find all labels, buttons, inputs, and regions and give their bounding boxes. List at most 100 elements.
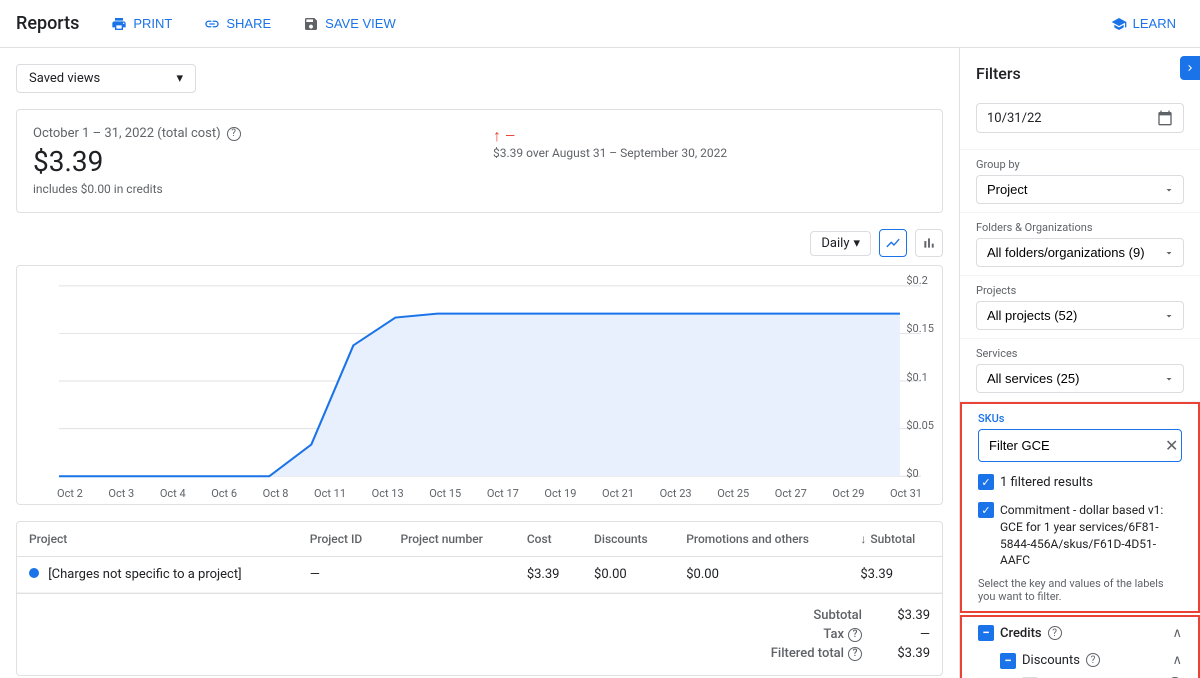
saved-views-select[interactable]: Saved views ▾ <box>16 64 196 93</box>
print-button[interactable]: PRINT <box>103 12 180 36</box>
filters-header: Filters <box>960 60 1200 95</box>
discounts-item: Discounts ? ∧ <box>1000 649 1182 673</box>
calendar-icon <box>1157 110 1173 126</box>
table-row: [Charges not specific to a project] — $3… <box>17 557 942 593</box>
cell-cost: $3.39 <box>515 557 582 593</box>
main-layout: Saved views ▾ October 1 – 31, 2022 (tota… <box>0 48 1200 678</box>
credits-header: Credits ? ∧ <box>978 625 1182 641</box>
projects-select[interactable]: All projects (52) <box>976 301 1184 330</box>
projects-section: Projects All projects (52) <box>960 276 1200 339</box>
filtered-results-checkbox[interactable] <box>978 474 994 490</box>
subtotal-label: Subtotal <box>813 608 862 623</box>
select-key-note: Select the key and values of the labels … <box>978 573 1182 603</box>
granularity-chevron: ▾ <box>853 236 860 251</box>
toolbar: Reports PRINT SHARE SAVE VIEW LEARN <box>0 0 1200 48</box>
cell-project-number <box>388 557 514 593</box>
share-button[interactable]: SHARE <box>196 12 279 36</box>
project-dot <box>29 568 39 578</box>
tax-label: Tax ? <box>823 627 862 642</box>
learn-button[interactable]: LEARN <box>1103 12 1184 36</box>
discounts-help-icon[interactable]: ? <box>1086 653 1100 667</box>
col-project-id: Project ID <box>298 522 389 557</box>
folders-label: Folders & Organizations <box>976 221 1184 234</box>
folders-section: Folders & Organizations All folders/orga… <box>960 213 1200 276</box>
chart-controls: Daily ▾ <box>16 229 943 257</box>
cost-period: October 1 – 31, 2022 (total cost) ? <box>33 126 241 141</box>
tax-value: — <box>870 627 930 642</box>
x-axis-labels: Oct 2 Oct 3 Oct 4 Oct 6 Oct 8 Oct 11 Oct… <box>17 483 942 504</box>
skus-section: SKUs ✕ 1 filtered results Commitment - d… <box>960 402 1200 613</box>
cell-discounts: $0.00 <box>582 557 674 593</box>
save-icon <box>303 16 319 32</box>
sku-filter-clear-btn[interactable]: ✕ <box>1165 436 1178 455</box>
cost-credits: includes $0.00 in credits <box>33 182 241 196</box>
group-by-select[interactable]: Project <box>976 175 1184 204</box>
folders-select[interactable]: All folders/organizations (9) <box>976 238 1184 267</box>
date-input[interactable]: 10/31/22 <box>976 103 1184 133</box>
col-cost: Cost <box>515 522 582 557</box>
sku-filter-input-row: ✕ <box>978 429 1182 462</box>
cost-period-help-icon[interactable]: ? <box>227 127 241 141</box>
cost-amount: $3.39 <box>33 145 241 178</box>
y-axis-labels: $0.2 $0.15 $0.1 $0.05 $0 <box>906 266 934 504</box>
expand-filters-btn[interactable] <box>1180 56 1200 80</box>
cost-comparison: $3.39 over August 31 – September 30, 202… <box>493 146 727 160</box>
discounts-group: Discounts ? ∧ Sustained use discounts ? <box>1000 649 1182 678</box>
chart-area: $0.2 $0.15 $0.1 $0.05 $0 Oct 2 Oct 3 Oct… <box>16 265 943 505</box>
save-view-button[interactable]: SAVE VIEW <box>295 12 404 36</box>
col-project: Project <box>17 522 298 557</box>
tax-help-icon[interactable]: ? <box>848 628 862 642</box>
col-project-number: Project number <box>388 522 514 557</box>
projects-label: Projects <box>976 284 1184 297</box>
credits-title: Credits <box>1000 626 1042 641</box>
cell-subtotal: $3.39 <box>848 557 942 593</box>
col-discounts: Discounts <box>582 522 674 557</box>
sku-checkbox[interactable] <box>978 502 994 518</box>
services-select[interactable]: All services (25) <box>976 364 1184 393</box>
cost-table: Project Project ID Project number Cost D… <box>16 521 943 676</box>
table-header-row: Project Project ID Project number Cost D… <box>17 522 942 557</box>
discounts-checkbox[interactable] <box>1000 653 1016 669</box>
credits-section: Credits ? ∧ Discounts ? ∧ <box>960 615 1200 678</box>
trend-dash: — <box>505 129 515 144</box>
line-chart-btn[interactable] <box>879 229 907 257</box>
services-label: Services <box>976 347 1184 360</box>
col-subtotal: ↓ Subtotal <box>848 522 942 557</box>
saved-views-chevron: ▾ <box>176 71 183 86</box>
filtered-total-help-icon[interactable]: ? <box>848 647 862 661</box>
cost-chart <box>17 266 942 504</box>
cell-promotions: $0.00 <box>674 557 848 593</box>
discount-sub-items: Sustained use discounts ? Committed use … <box>1022 673 1182 678</box>
group-by-label: Group by <box>976 158 1184 171</box>
trend-arrow-icon: ↑ <box>493 126 501 146</box>
filters-sidebar: Filters 10/31/22 Group by Project Folder… <box>960 48 1200 678</box>
bar-chart-btn[interactable] <box>915 229 943 257</box>
date-filter-section: 10/31/22 <box>960 95 1200 150</box>
sustained-use-item: Sustained use discounts ? <box>1022 673 1182 678</box>
filtered-total-value: $3.39 <box>870 646 930 661</box>
credits-collapse-btn[interactable]: ∧ <box>1172 626 1182 641</box>
page-title: Reports <box>16 13 79 34</box>
cell-project: [Charges not specific to a project] <box>17 557 298 593</box>
col-promotions: Promotions and others <box>674 522 848 557</box>
learn-icon <box>1111 16 1127 32</box>
share-icon <box>204 16 220 32</box>
sku-filter-input[interactable] <box>989 438 1165 453</box>
credits-checkbox[interactable] <box>978 625 994 641</box>
content-area: Saved views ▾ October 1 – 31, 2022 (tota… <box>0 48 960 678</box>
print-icon <box>111 16 127 32</box>
filtered-results-row: 1 filtered results <box>978 470 1182 498</box>
group-by-section: Group by Project <box>960 150 1200 213</box>
cost-summary-card: October 1 – 31, 2022 (total cost) ? $3.3… <box>16 109 943 213</box>
filters-title: Filters <box>976 64 1021 83</box>
subtotal-value: $3.39 <box>870 608 930 623</box>
discounts-collapse-btn[interactable]: ∧ <box>1172 653 1182 668</box>
granularity-select[interactable]: Daily ▾ <box>810 231 871 256</box>
filtered-total-label: Filtered total ? <box>771 646 862 661</box>
sku-list-item: Commitment - dollar based v1: GCE for 1 … <box>978 498 1182 573</box>
credits-help-icon[interactable]: ? <box>1048 626 1062 640</box>
credits-title-row: Credits ? <box>978 625 1062 641</box>
skus-label: SKUs <box>978 412 1182 425</box>
table-summary: Subtotal $3.39 Tax ? — Filtered total ? … <box>17 593 942 675</box>
sort-icon: ↓ <box>860 532 866 546</box>
